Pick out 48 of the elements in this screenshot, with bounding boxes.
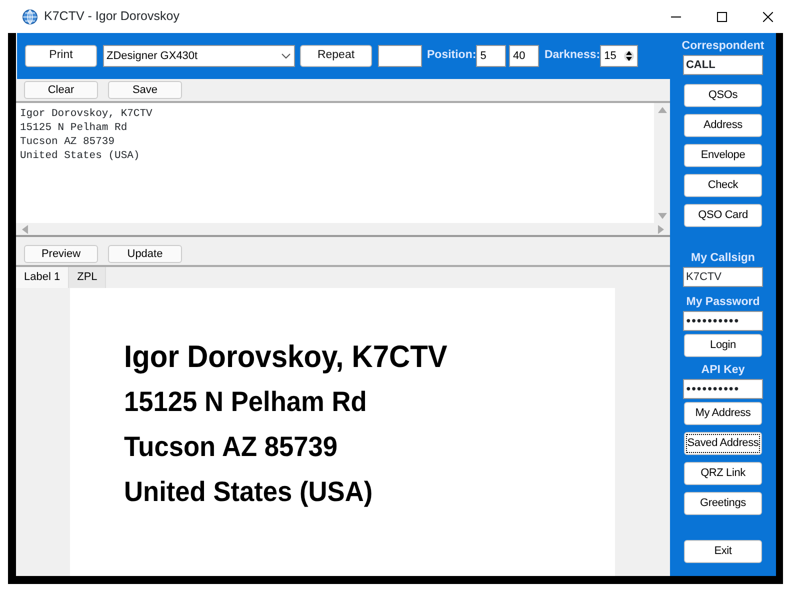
print-button[interactable]: Print bbox=[25, 45, 97, 67]
repeat-button[interactable]: Repeat bbox=[300, 45, 372, 67]
sidebar-button[interactable]: QSO Card bbox=[684, 204, 762, 227]
sidebar-button[interactable]: QRZ Link bbox=[684, 462, 762, 485]
password-field[interactable]: ●●●●●●●●●● bbox=[683, 311, 763, 331]
sidebar-button[interactable]: Greetings bbox=[684, 492, 762, 515]
window-title: K7CTV - Igor Dorovskoy bbox=[44, 8, 180, 26]
save-button[interactable]: Save bbox=[108, 81, 182, 99]
preview-button[interactable]: Preview bbox=[24, 245, 98, 263]
sidebar-button[interactable]: Check bbox=[684, 174, 762, 197]
sidebar-button[interactable]: Exit bbox=[684, 540, 762, 563]
scroll-right-icon[interactable] bbox=[658, 224, 664, 234]
scroll-down-icon[interactable] bbox=[658, 213, 666, 219]
section-label: Correspondent bbox=[682, 39, 764, 54]
spinner-icon[interactable] bbox=[624, 49, 634, 63]
tab[interactable]: Label 1 bbox=[16, 267, 68, 288]
sidebar-button[interactable]: Saved Address bbox=[684, 432, 762, 455]
sidebar-button[interactable]: QSOs bbox=[684, 84, 762, 107]
globe-icon bbox=[22, 8, 38, 24]
close-icon bbox=[763, 12, 773, 22]
sidebar-button[interactable]: Address bbox=[684, 114, 762, 137]
sidebar-button[interactable]: My Address bbox=[684, 402, 762, 425]
printer-dropdown[interactable]: ZDesigner GX430t bbox=[102, 45, 294, 67]
section-label: API Key bbox=[700, 363, 746, 378]
label-text: 15125 N Pelham Rd bbox=[124, 385, 367, 419]
text-field[interactable]: K7CTV bbox=[683, 267, 763, 287]
section-label: My Password bbox=[685, 295, 761, 310]
tab[interactable]: ZPL bbox=[68, 267, 106, 288]
position-x-field[interactable]: 5 bbox=[476, 45, 506, 67]
darkness-spinner[interactable]: 15 bbox=[600, 45, 638, 67]
label-text: Igor Dorovskoy, K7CTV bbox=[124, 338, 448, 376]
maximize-icon bbox=[717, 12, 727, 22]
position-label: Position: bbox=[427, 48, 476, 64]
sidebar-button[interactable]: Envelope bbox=[684, 144, 762, 167]
update-button[interactable]: Update bbox=[108, 245, 182, 263]
position-y-field[interactable]: 40 bbox=[508, 45, 539, 67]
section-label: My Callsign bbox=[690, 251, 756, 266]
label-text: Tucson AZ 85739 bbox=[124, 430, 338, 464]
label-text: United States (USA) bbox=[124, 475, 373, 509]
password-field[interactable]: ●●●●●●●●●● bbox=[683, 379, 763, 399]
input-field[interactable] bbox=[378, 45, 422, 67]
caret-icon bbox=[280, 53, 290, 59]
clear-button[interactable]: Clear bbox=[24, 81, 98, 99]
sidebar-button[interactable]: Login bbox=[684, 334, 762, 357]
scroll-left-icon[interactable] bbox=[22, 224, 28, 234]
text-field[interactable]: CALL bbox=[682, 55, 763, 75]
darkness-label: Darkness: bbox=[544, 48, 600, 64]
scroll-up-icon[interactable] bbox=[658, 107, 666, 113]
